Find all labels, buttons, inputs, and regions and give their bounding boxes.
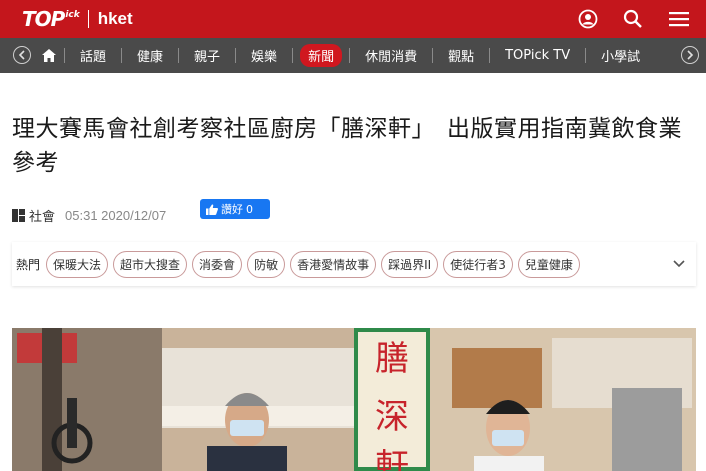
nav-next-button[interactable]: [681, 46, 699, 64]
site-logo[interactable]: TOP ick hket: [22, 6, 133, 32]
logo-sub: ick: [65, 10, 80, 20]
home-icon[interactable]: [34, 49, 64, 62]
nav-item-entertainment[interactable]: 娛樂: [236, 46, 292, 65]
hot-topics: 熱門 保暖大法 超市大搜查 消委會 防敏 香港愛情故事 踩過界II 使徒行者3 …: [12, 242, 696, 286]
banner-char: 膳: [375, 339, 409, 379]
menu-icon[interactable]: [668, 8, 690, 30]
category-icon: [12, 208, 25, 222]
nav-item-primary-exam[interactable]: 小學試: [586, 46, 655, 65]
nav-item-leisure[interactable]: 休閒消費: [350, 46, 432, 65]
like-label: 讚好: [221, 203, 243, 216]
banner-char: 軒: [375, 447, 409, 471]
chevron-right-icon: [687, 50, 694, 60]
hot-tag[interactable]: 保暖大法: [46, 250, 109, 278]
chevron-down-icon[interactable]: [672, 256, 686, 270]
category-nav: 話題 健康 親子 娛樂 新聞 休閒消費 觀點 TOPick TV 小學試: [0, 38, 706, 73]
search-icon[interactable]: [622, 8, 644, 30]
hot-tag[interactable]: 踩過界II: [381, 250, 439, 278]
article-photo: 膳 深 軒: [12, 328, 696, 471]
hot-tag[interactable]: 防敏: [247, 250, 286, 278]
hot-tag[interactable]: 香港愛情故事: [290, 250, 377, 278]
logo-divider: [87, 10, 89, 28]
article-title: 理大賽馬會社創考察社區廚房「膳深軒」 出版實用指南冀飲食業參考: [12, 116, 682, 176]
nav-item-topics[interactable]: 話題: [65, 46, 121, 65]
user-icon[interactable]: [577, 8, 599, 30]
nav-item-news[interactable]: 新聞: [300, 44, 343, 67]
nav-item-opinion[interactable]: 觀點: [433, 46, 489, 65]
thumbs-up-icon: [206, 203, 218, 215]
logo-text: TOP: [22, 7, 65, 31]
nav-item-parenting[interactable]: 親子: [179, 46, 235, 65]
facebook-like-button[interactable]: 讚好 0: [200, 199, 270, 219]
nav-items: 話題 健康 親子 娛樂 新聞 休閒消費 觀點 TOPick TV 小學試: [34, 38, 655, 73]
nav-item-topick-tv[interactable]: TOPick TV: [490, 48, 585, 63]
like-count: 0: [246, 202, 253, 216]
hot-tag[interactable]: 使徒行者3: [443, 250, 513, 278]
photo-scene: 膳 深 軒: [12, 328, 696, 471]
article-datetime: 05:31 2020/12/07: [65, 207, 167, 223]
article-category[interactable]: 社會: [29, 206, 55, 225]
banner-char: 深: [375, 397, 409, 437]
hot-tag[interactable]: 消委會: [192, 250, 243, 278]
hot-label: 熱門: [16, 257, 41, 272]
top-bar: TOP ick hket: [0, 0, 706, 38]
brand-name: hket: [97, 9, 133, 28]
article-meta: 社會 05:31 2020/12/07: [12, 205, 166, 225]
hot-tag[interactable]: 超市大搜查: [113, 250, 188, 278]
nav-prev-button[interactable]: [13, 46, 31, 64]
hot-tag[interactable]: 兒童健康: [517, 250, 580, 278]
nav-divider: [292, 48, 294, 63]
nav-item-health[interactable]: 健康: [122, 46, 178, 65]
chevron-left-icon: [18, 50, 25, 60]
